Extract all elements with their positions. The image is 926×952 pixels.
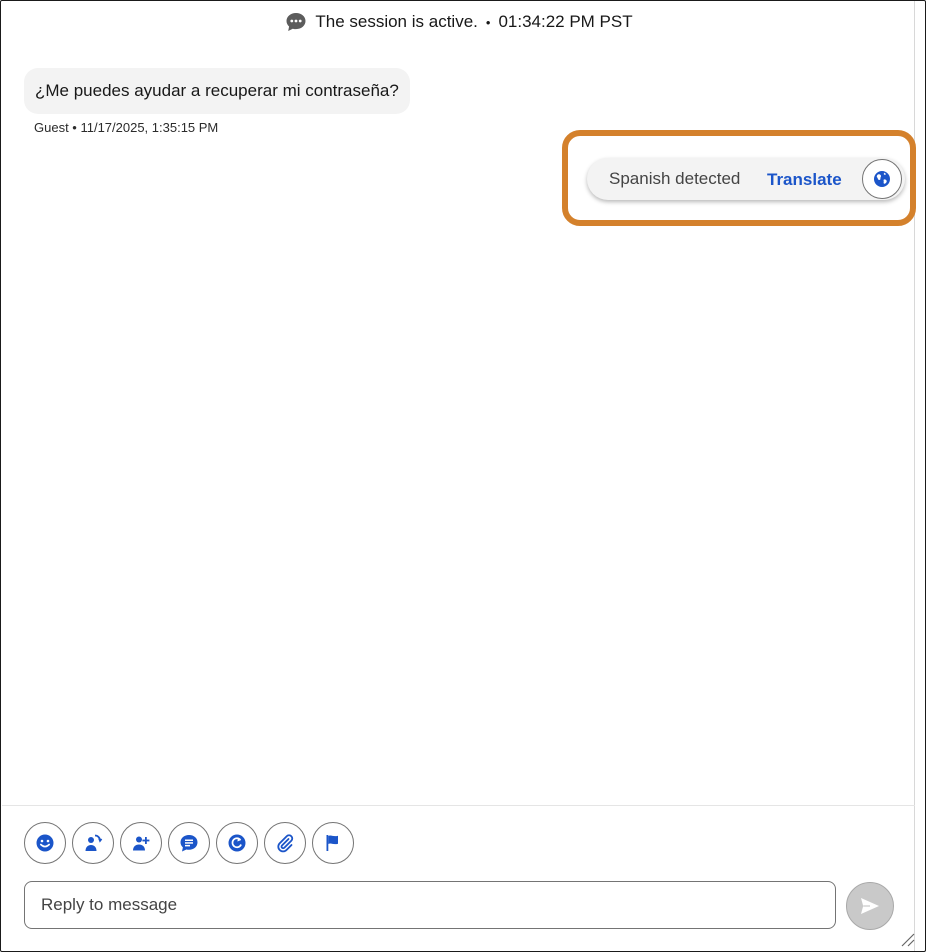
attach-file-button[interactable] bbox=[264, 822, 306, 864]
add-participant-icon bbox=[133, 836, 150, 851]
session-time: 01:34:22 PM PST bbox=[498, 12, 633, 31]
emoji-icon bbox=[36, 834, 54, 852]
chat-panel: The session is active. • 01:34:22 PM PST… bbox=[0, 0, 926, 952]
language-settings-button[interactable] bbox=[862, 159, 902, 199]
transfer-agent-button[interactable] bbox=[72, 822, 114, 864]
message-bubble: ¿Me puedes ayudar a recuperar mi contras… bbox=[24, 68, 410, 114]
chat-bubble-icon bbox=[285, 11, 307, 33]
send-button[interactable] bbox=[846, 882, 894, 930]
session-separator: • bbox=[485, 14, 491, 30]
reply-input[interactable] bbox=[24, 881, 836, 929]
quick-text-icon bbox=[180, 835, 198, 852]
globe-icon bbox=[874, 171, 890, 187]
send-icon bbox=[861, 898, 879, 914]
knowledge-icon bbox=[228, 834, 246, 852]
knowledge-button[interactable] bbox=[216, 822, 258, 864]
attach-file-icon bbox=[277, 834, 294, 853]
language-detected-label: Spanish detected bbox=[609, 169, 741, 188]
emoji-button[interactable] bbox=[24, 822, 66, 864]
flag-button[interactable] bbox=[312, 822, 354, 864]
flag-icon bbox=[326, 835, 338, 851]
add-participant-button[interactable] bbox=[120, 822, 162, 864]
message-text: ¿Me puedes ayudar a recuperar mi contras… bbox=[35, 81, 399, 100]
quick-text-button[interactable] bbox=[168, 822, 210, 864]
composer-divider bbox=[2, 805, 915, 806]
translate-button[interactable]: Translate bbox=[767, 170, 842, 190]
message-meta: Guest • 11/17/2025, 1:35:15 PM bbox=[34, 120, 219, 135]
transfer-agent-icon bbox=[85, 834, 103, 851]
session-status-bar: The session is active. • 01:34:22 PM PST bbox=[1, 10, 917, 34]
resize-handle-icon[interactable] bbox=[899, 931, 915, 947]
translation-banner: Spanish detected Translate bbox=[587, 158, 905, 200]
session-status-text: The session is active. bbox=[315, 12, 478, 31]
